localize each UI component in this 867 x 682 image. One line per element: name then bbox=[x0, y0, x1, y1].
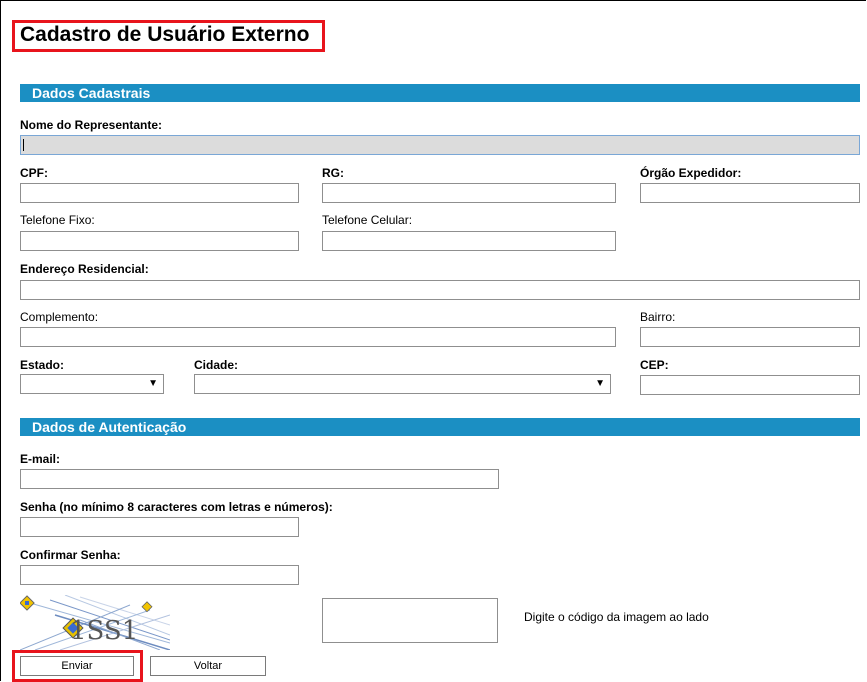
text-caret bbox=[23, 139, 24, 151]
endereco-input[interactable] bbox=[20, 280, 860, 300]
cidade-select[interactable]: ▼ bbox=[194, 374, 611, 394]
label-estado: Estado: bbox=[20, 358, 65, 372]
label-cidade: Cidade: bbox=[194, 358, 239, 372]
complemento-input[interactable] bbox=[20, 327, 616, 347]
orgao-expedidor-input[interactable] bbox=[640, 183, 860, 203]
cpf-input[interactable] bbox=[20, 183, 299, 203]
captcha-hint: Digite o código da imagem ao lado bbox=[524, 610, 709, 624]
label-nome-representante: Nome do Representante: bbox=[20, 118, 163, 132]
label-email: E-mail: bbox=[20, 452, 61, 466]
captcha-image: 1SS1 bbox=[20, 595, 170, 650]
telefone-fixo-input[interactable] bbox=[20, 231, 299, 251]
rg-input[interactable] bbox=[322, 183, 616, 203]
bairro-input[interactable] bbox=[640, 327, 860, 347]
label-cpf: CPF: bbox=[20, 166, 48, 180]
nome-representante-input[interactable] bbox=[20, 135, 860, 155]
section-header-dados-cadastrais: Dados Cadastrais bbox=[20, 84, 860, 102]
chevron-down-icon: ▼ bbox=[148, 378, 158, 389]
label-endereco: Endereço Residencial: bbox=[20, 262, 149, 276]
label-senha: Senha (no mínimo 8 caracteres com letras… bbox=[20, 500, 333, 514]
confirmar-senha-input[interactable] bbox=[20, 565, 299, 585]
label-cep: CEP: bbox=[640, 358, 669, 372]
label-bairro: Bairro: bbox=[640, 310, 676, 324]
captcha-input[interactable] bbox=[322, 598, 498, 643]
label-telefone-celular: Telefone Celular: bbox=[322, 213, 413, 227]
chevron-down-icon: ▼ bbox=[595, 378, 605, 389]
senha-input[interactable] bbox=[20, 517, 299, 537]
email-input[interactable] bbox=[20, 469, 499, 489]
label-telefone-fixo: Telefone Fixo: bbox=[20, 213, 95, 227]
page-title: Cadastro de Usuário Externo bbox=[20, 23, 310, 46]
label-confirmar-senha: Confirmar Senha: bbox=[20, 548, 121, 562]
voltar-button[interactable]: Voltar bbox=[150, 656, 266, 676]
label-complemento: Complemento: bbox=[20, 310, 99, 324]
section-header-dados-autenticacao: Dados de Autenticação bbox=[20, 418, 860, 436]
label-orgao-expedidor: Órgão Expedidor: bbox=[640, 166, 742, 180]
cep-input[interactable] bbox=[640, 375, 860, 395]
label-rg: RG: bbox=[322, 166, 344, 180]
enviar-button[interactable]: Enviar bbox=[20, 656, 134, 676]
estado-select[interactable]: ▼ bbox=[20, 374, 164, 394]
captcha-text: 1SS1 bbox=[70, 616, 138, 646]
telefone-celular-input[interactable] bbox=[322, 231, 616, 251]
